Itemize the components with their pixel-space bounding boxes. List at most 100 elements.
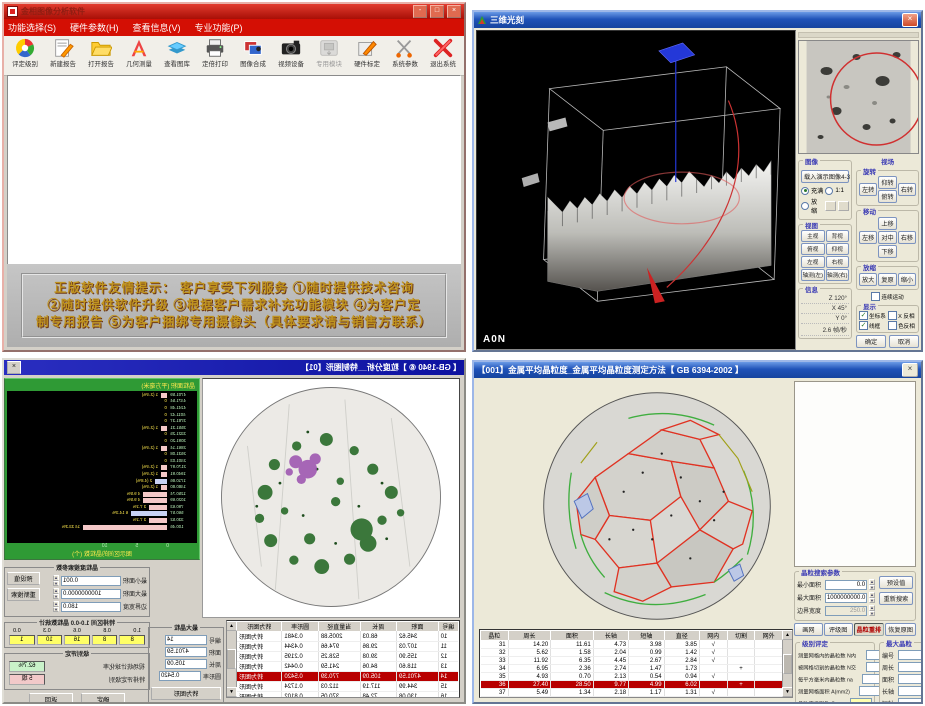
action-button[interactable]: 恢复原图 <box>885 623 916 636</box>
spinner[interactable]: ▲▼ <box>869 592 875 603</box>
toolbar-exit-button[interactable]: 退出系统 <box>424 37 462 69</box>
zoom-reset-button[interactable]: 复原 <box>878 273 896 286</box>
table-row[interactable]: 16130.0872.48370.050.8102转为图形 <box>237 692 459 698</box>
toolbar-open-folder-button[interactable]: 打开报告 <box>82 37 120 69</box>
menu-item[interactable]: 查看信息(V) <box>133 21 181 34</box>
table-row[interactable]: 354.930.702.130.540.94√ <box>481 673 783 681</box>
toolbar-compose-button[interactable]: 图像合成 <box>234 37 272 69</box>
research-button[interactable]: 重新搜索 <box>7 588 40 601</box>
menu-item[interactable]: 功能选择(S) <box>8 21 56 34</box>
zoom-plus-button[interactable] <box>838 201 849 211</box>
vertical-scrollbar[interactable]: ▲▼ <box>227 621 237 697</box>
table-row[interactable]: 12155.9039.08528.250.2195转为图形 <box>237 652 459 662</box>
one-to-one-radio[interactable] <box>825 187 833 195</box>
zoom-out-button[interactable]: 缩小 <box>898 273 916 286</box>
move-down-button[interactable]: 下移 <box>878 245 896 258</box>
action-button[interactable]: 评级图 <box>824 623 853 636</box>
zoom-minus-button[interactable] <box>825 201 836 211</box>
checkbox[interactable] <box>888 311 897 320</box>
view-button[interactable]: 俯视 <box>801 243 825 255</box>
move-right-button[interactable]: 右移 <box>898 231 916 244</box>
zoom-radio[interactable] <box>801 202 809 210</box>
toolbar-tools-button[interactable]: 系统参数 <box>386 37 424 69</box>
toolbar-new-report-button[interactable]: 新建报告 <box>44 37 82 69</box>
checkbox[interactable]: ✓ <box>859 311 868 320</box>
field-value[interactable] <box>850 698 872 704</box>
document-area[interactable] <box>7 75 461 265</box>
spinner[interactable]: ▲▼ <box>53 575 59 586</box>
action-button[interactable]: 晶粒重排 <box>854 623 885 636</box>
field-value[interactable]: 105.09 <box>165 659 207 669</box>
research-button[interactable]: 重新搜索 <box>879 592 913 605</box>
view-button[interactable]: 背视 <box>826 230 850 242</box>
checkbox[interactable] <box>888 321 897 330</box>
close-button[interactable]: × <box>902 13 918 27</box>
field-value[interactable]: 14 <box>165 635 207 645</box>
table-row[interactable]: 385.952.042.371.341.61+ <box>481 697 783 698</box>
rotate-left-button[interactable]: 左转 <box>859 183 877 196</box>
toolbar-module-button[interactable]: 专用模块 <box>310 37 348 69</box>
continuous-motion-checkbox[interactable] <box>871 292 880 301</box>
toolbar-printer-button[interactable]: 定倍打印 <box>196 37 234 69</box>
menu-item[interactable]: 专业功能(P) <box>195 21 243 34</box>
move-center-button[interactable]: 对中 <box>878 231 896 244</box>
close-button[interactable]: × <box>447 5 461 18</box>
field-value[interactable] <box>898 698 923 704</box>
zoom-in-button[interactable]: 放大 <box>859 273 877 286</box>
spinner[interactable]: ▲▼ <box>53 588 59 599</box>
field-value[interactable] <box>859 686 881 696</box>
field-value[interactable] <box>898 650 923 660</box>
ok-button[interactable]: 确定 <box>856 335 886 348</box>
fill-radio[interactable] <box>801 187 809 195</box>
table-row[interactable]: 3311.926.354.452.672.84√ <box>481 657 783 665</box>
to-graph-button[interactable]: 转为图形 <box>151 687 221 700</box>
field-value[interactable]: 1000000000.0 <box>61 589 121 599</box>
ok-button[interactable]: 确定 <box>81 693 125 704</box>
spinner[interactable]: ▲▼ <box>869 579 875 590</box>
table-row[interactable]: 10345.6268.032005.880.3481转为图形 <box>237 632 459 642</box>
checkbox[interactable]: ✓ <box>859 321 868 330</box>
3d-viewport[interactable]: A0N <box>476 30 796 350</box>
table-row[interactable]: 15344.99117.19112.030.1724转为图形 <box>237 682 459 692</box>
table-row[interactable]: 144701.59105.09770.390.5420转为图形 <box>237 672 459 682</box>
spinner[interactable]: ▲▼ <box>869 605 875 616</box>
field-value[interactable]: 180.0 <box>61 602 121 612</box>
field-value[interactable] <box>898 674 923 684</box>
field-value[interactable]: 4701.59 <box>165 647 207 657</box>
table-row[interactable]: 11107.0329.86974.660.4344转为图形 <box>237 642 459 652</box>
move-left-button[interactable]: 左移 <box>859 231 877 244</box>
view-button[interactable]: 右视 <box>826 256 850 268</box>
table-row[interactable]: 346.952.362.741.471.73+ <box>481 665 783 673</box>
table-row[interactable]: 325.621.582.040.991.42√ <box>481 649 783 657</box>
rotate-up-button[interactable]: 仰转 <box>878 176 896 189</box>
toolbar-measure-button[interactable]: 几何测量 <box>120 37 158 69</box>
spinner[interactable]: ▲▼ <box>53 601 59 612</box>
close-button[interactable]: × <box>7 361 21 374</box>
preset-button[interactable]: 预设值 <box>879 576 913 589</box>
toolbar-camera-button[interactable]: 视频设备 <box>272 37 310 69</box>
toolbar-gallery-button[interactable]: 查看图库 <box>158 37 196 69</box>
view-button[interactable]: 主视 <box>801 230 825 242</box>
preset-button[interactable]: 预设值 <box>7 572 40 585</box>
rotate-down-button[interactable]: 俯转 <box>878 190 896 203</box>
menu-item[interactable]: 硬件参数(H) <box>70 21 119 34</box>
field-value[interactable]: 0.0 <box>825 580 867 590</box>
move-up-button[interactable]: 上移 <box>878 217 896 230</box>
rotate-right-button[interactable]: 右转 <box>898 183 916 196</box>
maximize-button[interactable]: □ <box>430 5 444 18</box>
view-button[interactable]: 轴测(左) <box>801 269 825 281</box>
field-value[interactable] <box>898 662 923 672</box>
cancel-button[interactable]: 取消 <box>889 335 919 348</box>
field-value[interactable]: 0.001 <box>61 576 121 586</box>
close-button[interactable]: × <box>902 363 918 377</box>
field-value[interactable] <box>898 686 923 696</box>
load-demo-image-button[interactable]: 载入演示图像4-3 <box>801 170 849 183</box>
toolbar-calibrate-button[interactable]: 硬件标定 <box>348 37 386 69</box>
field-value[interactable]: 1000000000.0 <box>825 593 867 603</box>
vertical-scrollbar[interactable]: ▲▼ <box>782 630 792 697</box>
field-value[interactable]: 0.5420 <box>159 671 201 681</box>
toolbar-palette-button[interactable]: 评定级别 <box>6 37 44 69</box>
view-button[interactable]: 仰视 <box>826 243 850 255</box>
back-button[interactable]: 返回 <box>29 693 73 704</box>
table-row[interactable]: 13118.6084.06241.590.0442转为图形 <box>237 662 459 672</box>
